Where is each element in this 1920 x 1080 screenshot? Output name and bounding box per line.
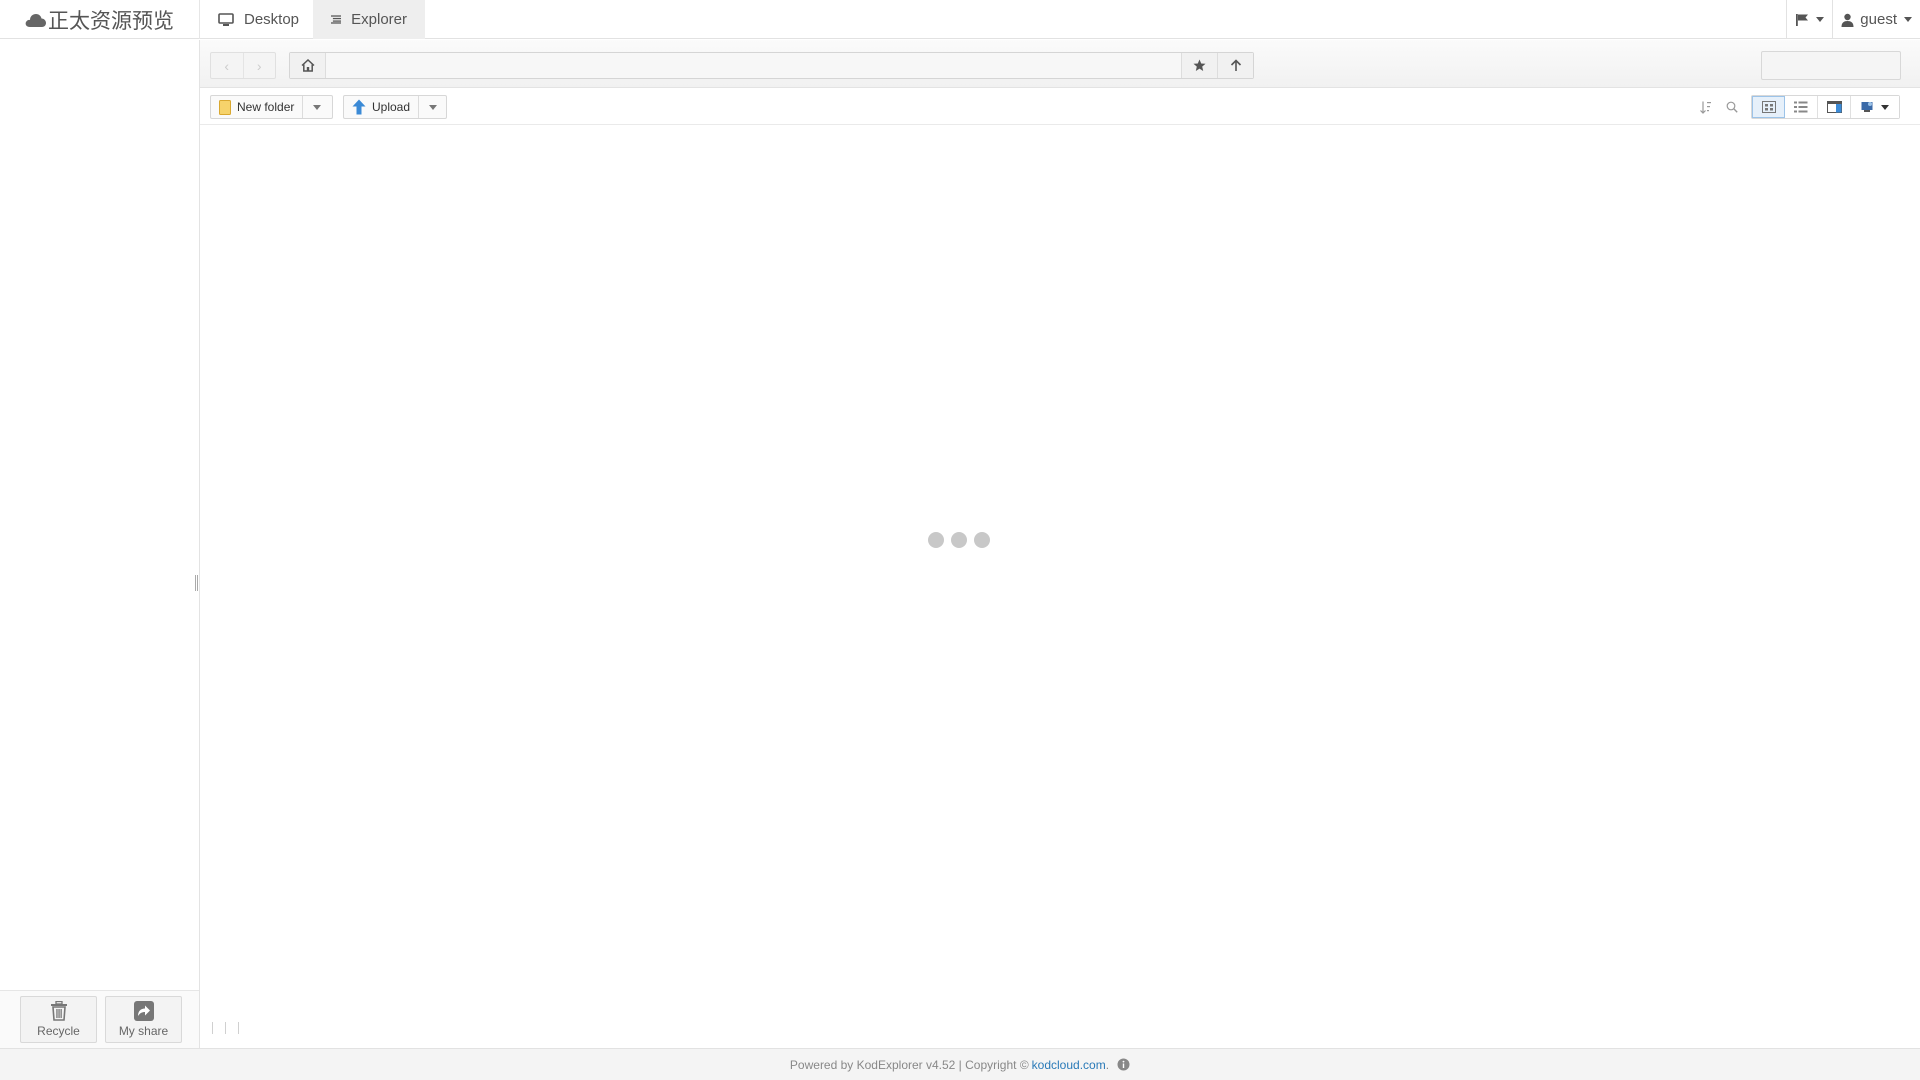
zoom-icon [1726,101,1738,113]
chevron-right-icon: › [256,57,262,74]
chevron-down-icon [428,104,437,110]
recycle-label: Recycle [37,1024,80,1038]
upload-dropdown[interactable] [418,96,446,118]
upload-button[interactable]: Upload [344,96,418,118]
user-name: guest [1860,11,1897,28]
address-bar [289,52,1254,79]
myshare-label: My share [118,1024,169,1038]
status-tick [238,1022,239,1034]
forward-button[interactable]: › [242,53,276,78]
tab-desktop-label: Desktop [244,11,300,28]
loading-indicator [928,532,990,548]
cloud-icon [25,13,46,27]
trash-icon [50,1001,67,1021]
chevron-down-icon [1881,104,1889,110]
file-toolbar: New folder Upload [200,89,1920,125]
split-view-button[interactable] [1818,96,1851,118]
loading-dot [951,532,967,548]
chevron-left-icon: ‹ [224,57,230,74]
new-folder-button[interactable]: New folder [211,96,302,118]
sidebar-resize-handle[interactable] [195,575,198,591]
tab-desktop[interactable]: Desktop [200,0,317,39]
chevron-down-icon [312,104,321,110]
user-menu-button[interactable]: guest [1832,0,1920,39]
history-nav: ‹ › [210,52,276,79]
footer-link[interactable]: kodcloud.com [1032,1058,1106,1072]
theme-icon [1861,102,1873,112]
loading-dot [928,532,944,548]
user-icon [1841,13,1854,27]
split-view-icon [1826,101,1842,113]
sort-icon [1700,101,1711,114]
address-input[interactable] [326,53,1181,78]
new-folder-dropdown[interactable] [302,96,330,118]
top-navbar: 正太资源预览 Desktop Explorer guest [0,0,1920,39]
footer: Powered by KodExplorer v4.52 | Copyright… [0,1048,1920,1080]
brand[interactable]: 正太资源预览 [0,0,200,39]
favorite-button[interactable] [1181,53,1217,78]
chevron-down-icon [1904,17,1912,22]
share-icon [133,1001,154,1021]
file-list-area[interactable] [200,126,1920,1048]
upload-icon [352,99,366,115]
search-box [1761,51,1920,80]
sort-button[interactable] [1693,95,1719,119]
sidebar-tree: Recycle My share [0,40,200,1048]
grid-view-button[interactable] [1752,96,1785,118]
list-view-icon [1794,101,1808,113]
new-folder-label: New folder [237,100,295,114]
theme-button[interactable] [1851,96,1899,118]
language-menu-button[interactable] [1786,0,1832,39]
arrow-up-icon [1230,59,1241,71]
upload-label: Upload [372,100,411,114]
zoom-button[interactable] [1719,95,1745,119]
grid-view-icon [1761,101,1776,113]
view-mode-group [1751,95,1900,119]
topbar-right: guest [1786,0,1920,39]
myshare-button[interactable]: My share [105,996,182,1043]
sidebar-footer: Recycle My share [0,990,199,1048]
footer-suffix: . [1105,1057,1110,1072]
tab-explorer[interactable]: Explorer [313,0,425,39]
list-view-button[interactable] [1785,96,1818,118]
chevron-down-icon [1816,17,1825,22]
back-button[interactable]: ‹ [211,53,243,78]
search-input[interactable] [1762,52,1920,79]
info-icon[interactable] [1117,1058,1130,1071]
recycle-button[interactable]: Recycle [20,996,97,1043]
view-tools [1693,95,1900,119]
home-button[interactable] [290,53,326,78]
tab-explorer-label: Explorer [351,11,407,28]
footer-text: Powered by KodExplorer v4.52 | Copyright… [789,1057,1029,1072]
flag-icon [1796,13,1809,26]
brand-title: 正太资源预览 [48,9,174,33]
home-icon [300,59,315,72]
new-folder-group: New folder [210,95,333,119]
folder-icon [219,99,231,115]
status-tick [212,1022,213,1034]
list-icon [331,15,342,24]
monitor-icon [218,12,234,26]
path-bar: ‹ › [200,40,1920,88]
upload-group: Upload [343,95,447,119]
status-indicator [212,1022,239,1034]
up-folder-button[interactable] [1217,53,1253,78]
status-tick [225,1022,226,1034]
star-icon [1193,59,1206,71]
loading-dot [974,532,990,548]
